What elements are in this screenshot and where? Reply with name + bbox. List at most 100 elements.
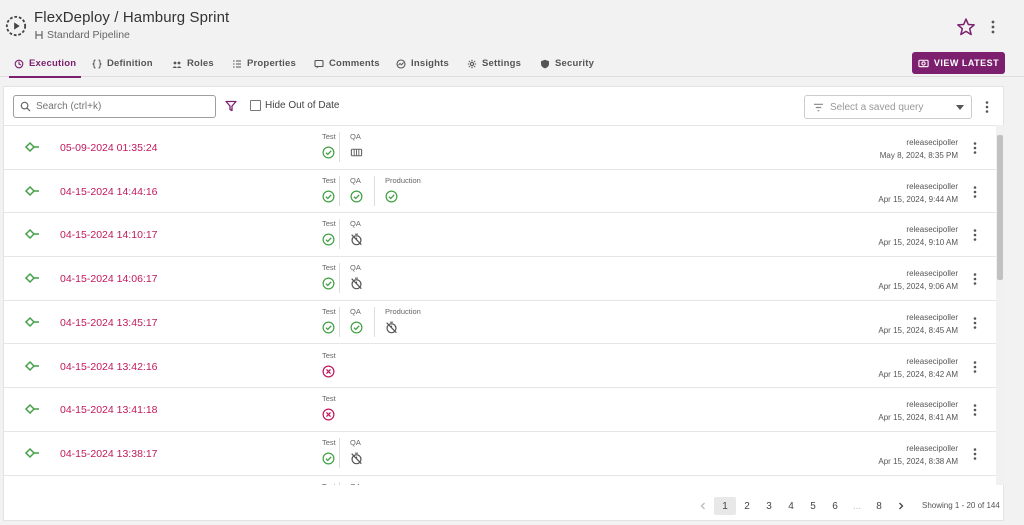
tab-label: Insights — [411, 58, 450, 69]
properties-icon — [233, 59, 241, 68]
page-subtitle: Standard Pipeline — [34, 29, 130, 41]
execution-timestamp: Apr 15, 2024, 8:42 AM — [878, 369, 958, 379]
pipeline-execution-icon — [24, 316, 39, 327]
tab-properties[interactable]: Properties — [232, 50, 296, 77]
stage-test[interactable]: Test — [322, 394, 364, 426]
toolbar-more-icon[interactable] — [982, 100, 992, 114]
stage-label: Production — [385, 175, 421, 185]
search-box[interactable] — [13, 95, 216, 118]
search-icon — [20, 101, 31, 112]
pipeline-execution-icon — [24, 360, 39, 371]
row-more-icon[interactable] — [971, 141, 979, 155]
tab-label: Settings — [482, 58, 522, 69]
shield-icon — [541, 59, 549, 68]
execution-date-link[interactable]: 04-15-2024 14:44:16 — [60, 186, 158, 198]
saved-query-select[interactable]: Select a saved query — [804, 95, 972, 119]
page-button[interactable]: 3 — [758, 497, 780, 515]
stage-production[interactable]: Production — [374, 175, 421, 206]
page-button[interactable]: 6 — [824, 497, 846, 515]
filter-icon[interactable] — [225, 100, 237, 112]
row-more-icon[interactable] — [971, 185, 979, 199]
stage-test[interactable]: Test — [322, 351, 364, 383]
gate-icon — [350, 148, 363, 157]
tab-security[interactable]: Security — [540, 50, 594, 77]
table-row[interactable]: 04-15-2024 13:38:17 Test QA releasecipoller… — [4, 432, 996, 476]
initiated-by: releasecipoller — [906, 312, 958, 322]
scrollbar-thumb[interactable] — [997, 135, 1003, 280]
success-check-icon — [385, 190, 398, 203]
tab-settings[interactable]: Settings — [467, 50, 521, 77]
hide-out-of-date-toggle[interactable]: Hide Out of Date — [250, 100, 339, 111]
table-row[interactable]: 04-15-2024 13:41:18 Test releasecipoller Ap… — [4, 388, 996, 432]
execution-icon — [14, 59, 24, 68]
initiated-by: releasecipoller — [906, 138, 958, 147]
view-latest-button[interactable]: VIEW LATEST — [912, 52, 1005, 74]
stage-label: QA — [350, 482, 381, 485]
stage-production[interactable]: Production — [374, 306, 421, 337]
execution-date-link[interactable]: 04-15-2024 13:42:16 — [60, 361, 158, 373]
next-page-button[interactable] — [890, 497, 912, 515]
prev-page-button[interactable] — [692, 497, 714, 515]
table-row[interactable]: 04-15-2024 13:45:17 Test QA Production relea… — [4, 301, 996, 345]
pipeline-execution-icon — [24, 447, 39, 458]
tab-roles[interactable]: Roles — [172, 50, 214, 77]
more-options-icon[interactable] — [986, 19, 1000, 35]
pipeline-execution-icon — [24, 273, 39, 284]
execution-date-link[interactable]: 04-15-2024 14:06:17 — [60, 273, 158, 285]
tab-definition[interactable]: Definition — [92, 50, 153, 77]
tab-execution[interactable]: Execution — [8, 50, 82, 78]
pagination: 1 2 3 4 5 6... 8 — [692, 497, 912, 515]
page-button[interactable]: 8 — [868, 497, 890, 515]
stage-qa[interactable]: QA — [339, 219, 381, 250]
row-more-icon[interactable] — [971, 228, 979, 242]
execution-timestamp: Apr 15, 2024, 9:10 AM — [878, 238, 958, 248]
row-more-icon[interactable] — [971, 447, 979, 461]
scrollbar[interactable] — [996, 125, 1004, 485]
table-row[interactable]: 04-15-2024 14:10:17 Test QA releasecipoller… — [4, 213, 996, 258]
page-button[interactable]: 2 — [736, 497, 758, 515]
timer-off-icon — [351, 233, 362, 246]
page-button[interactable]: 1 — [714, 497, 736, 515]
table-row[interactable]: 04-15-2024 13:42:16 Test releasecipoller Ap… — [4, 345, 996, 389]
row-more-icon[interactable] — [971, 360, 979, 374]
table-row[interactable]: TestQAreleasecipoller — [4, 476, 996, 485]
insights-icon — [396, 58, 406, 69]
execution-date-link[interactable]: 04-15-2024 13:45:17 — [60, 317, 158, 329]
execution-date-link[interactable]: 04-15-2024 13:38:17 — [60, 448, 158, 460]
stage-qa[interactable]: QA — [339, 481, 381, 485]
camera-icon — [918, 59, 929, 68]
pipeline-execution-icon — [24, 404, 39, 415]
table-row[interactable]: 05-09-2024 01:35:24 Test QA releasecipoller… — [4, 126, 996, 170]
tab-comments[interactable]: Comments — [314, 50, 380, 77]
page-button[interactable]: 5 — [802, 497, 824, 515]
row-more-icon[interactable] — [971, 403, 979, 417]
initiated-by: releasecipoller — [906, 356, 958, 366]
row-more-icon[interactable] — [971, 316, 979, 330]
execution-timestamp: Apr 15, 2024, 8:38 AM — [878, 456, 958, 466]
stage-qa[interactable]: QA — [339, 263, 381, 294]
initiated-by: releasecipoller — [906, 225, 958, 235]
hide-out-of-date-checkbox[interactable] — [250, 100, 261, 111]
chevron-down-icon — [956, 105, 964, 110]
table-row[interactable]: 04-15-2024 14:44:16 Test QA Production relea… — [4, 170, 996, 214]
stage-qa[interactable]: QA — [339, 437, 381, 468]
search-input[interactable] — [36, 101, 206, 112]
row-more-icon[interactable] — [971, 272, 979, 286]
success-check-icon — [322, 321, 335, 334]
table-row[interactable]: 04-15-2024 14:06:17 Test QA releasecipoller… — [4, 257, 996, 301]
braces-icon — [92, 59, 102, 68]
favorite-star-icon[interactable] — [956, 17, 976, 37]
showing-count: Showing 1 - 20 of 144 — [922, 501, 1000, 510]
execution-list: 05-09-2024 01:35:24 Test QA releasecipoller… — [4, 125, 996, 485]
page-button[interactable]: 4 — [780, 497, 802, 515]
tab-insights[interactable]: Insights — [396, 50, 449, 77]
stage-label: QA — [350, 437, 361, 447]
execution-date-link[interactable]: 05-09-2024 01:35:24 — [60, 142, 158, 154]
execution-date-link[interactable]: 04-15-2024 13:41:18 — [60, 404, 158, 416]
execution-date-link[interactable]: 04-15-2024 14:10:17 — [60, 229, 158, 241]
stage-qa[interactable]: QA — [339, 132, 381, 162]
success-check-icon — [322, 146, 335, 159]
gear-icon — [467, 59, 477, 68]
stage-label: QA — [350, 219, 361, 229]
tab-label: Execution — [29, 58, 77, 69]
